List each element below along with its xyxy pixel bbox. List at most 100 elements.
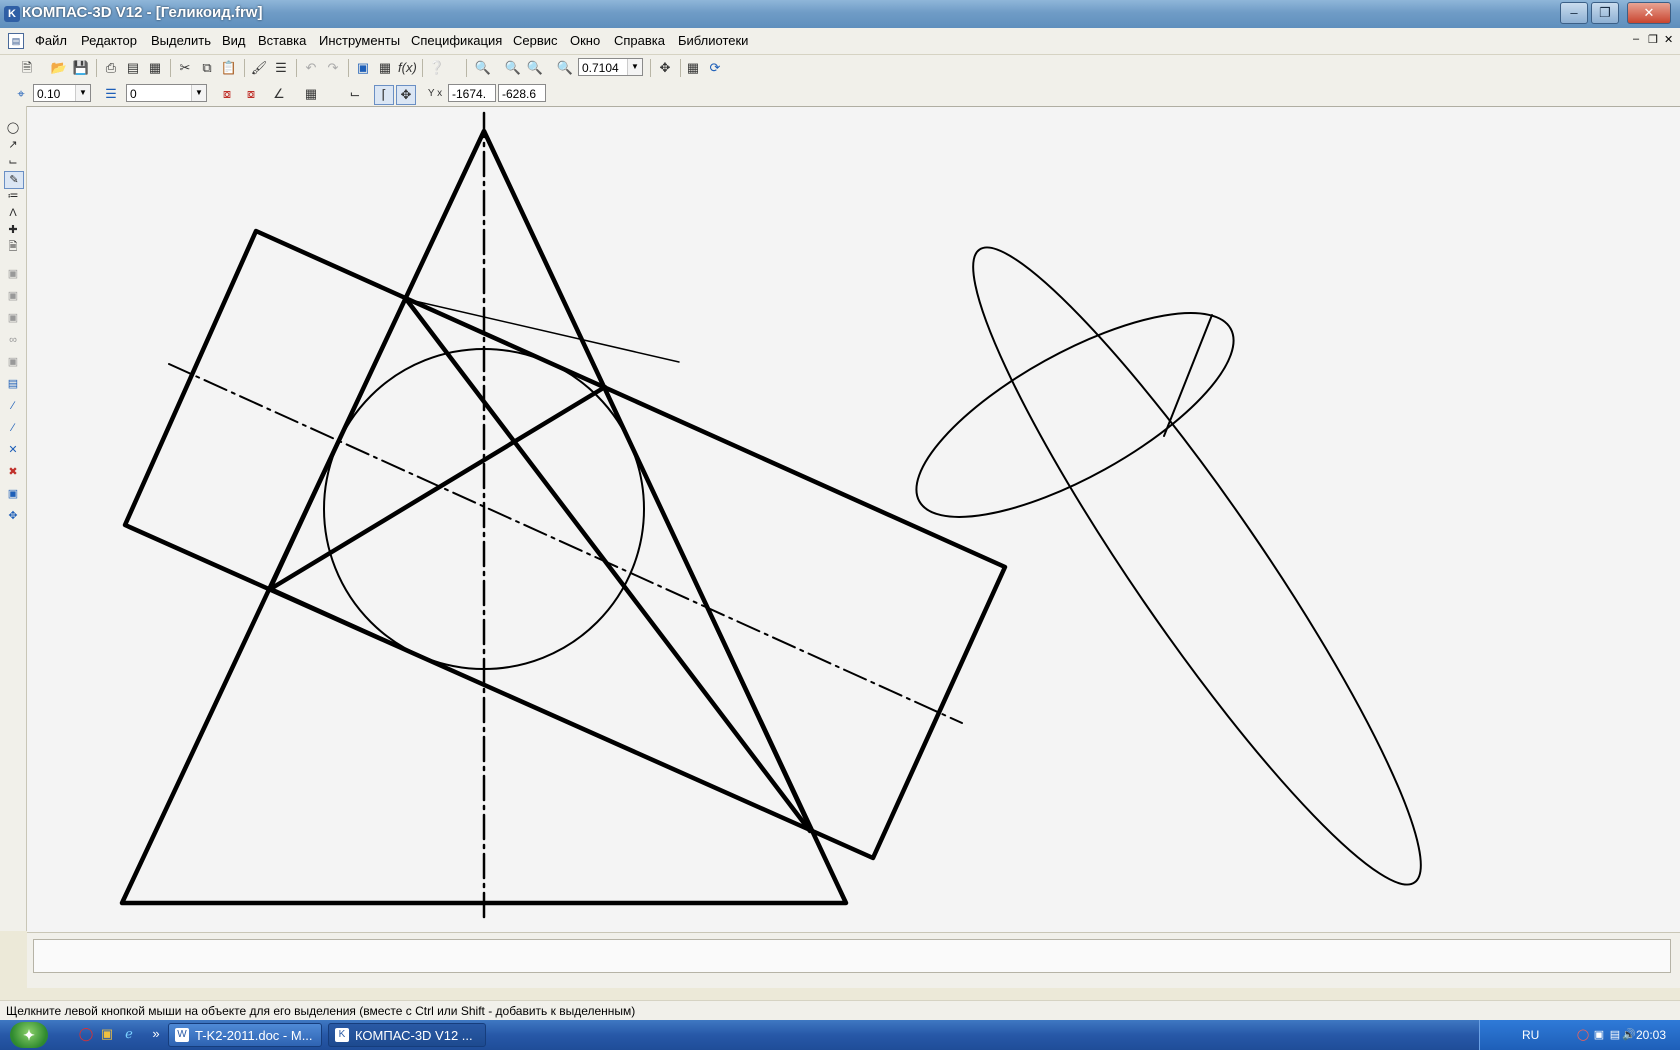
manager-icon[interactable]: ▣: [354, 59, 372, 77]
close-button[interactable]: ✕: [1627, 2, 1671, 24]
break-icon[interactable]: ∕: [4, 398, 22, 414]
menu-libraries[interactable]: Библиотеки: [678, 33, 748, 48]
thin-line-d[interactable]: [483, 130, 811, 832]
split-icon[interactable]: ✕: [4, 442, 22, 458]
print-icon[interactable]: ⎙: [102, 59, 120, 77]
start-button[interactable]: ✦: [10, 1022, 48, 1048]
document-icon[interactable]: ▤: [8, 33, 24, 49]
minimize-button[interactable]: –: [1560, 2, 1588, 24]
variables-fx-icon[interactable]: f(x): [398, 59, 417, 77]
move-icon[interactable]: ▣: [4, 266, 22, 282]
regenerate-icon[interactable]: ▦: [684, 59, 702, 77]
doc-restore-button[interactable]: ❐: [1648, 33, 1658, 46]
properties-icon[interactable]: ▦: [146, 59, 164, 77]
scale-icon[interactable]: ▣: [4, 310, 22, 326]
snap-mode-icon[interactable]: ✥: [396, 85, 416, 105]
chevron-down-icon[interactable]: ▼: [75, 85, 90, 101]
geometry-icon[interactable]: ◯: [4, 120, 22, 136]
coord-x-field[interactable]: -1674.: [448, 84, 496, 102]
layers-icon[interactable]: ▦: [376, 59, 394, 77]
local-cs-icon[interactable]: ⌙: [346, 85, 364, 103]
cut-icon[interactable]: ✂: [176, 59, 194, 77]
menu-specification[interactable]: Спецификация: [411, 33, 502, 48]
zoom-all-icon[interactable]: 🔍: [474, 59, 492, 77]
zoom-select[interactable]: 0.7104 ▼: [578, 58, 643, 76]
selection-icon[interactable]: ✚: [4, 222, 22, 238]
array-icon[interactable]: ✥: [4, 508, 22, 524]
taskbar-item-word[interactable]: W T-K2-2011.doc - M...: [168, 1023, 322, 1047]
thin-line-b[interactable]: [271, 587, 811, 832]
step-cursor-icon[interactable]: ⌖: [12, 85, 30, 103]
local-snap-icon[interactable]: ⧇: [242, 85, 260, 103]
doc-minimize-button[interactable]: –: [1633, 33, 1639, 45]
layer-icon[interactable]: ☰: [102, 85, 120, 103]
spec-icon[interactable]: 🗎: [4, 239, 22, 255]
new-document-icon[interactable]: 🗎: [18, 59, 36, 77]
menu-window[interactable]: Окно: [570, 33, 600, 48]
cursor-step-select[interactable]: 0.10 ▼: [33, 84, 91, 102]
open-folder-icon[interactable]: 📂: [50, 59, 68, 77]
ortho-mode-icon[interactable]: ⌈: [374, 85, 394, 105]
power-icon[interactable]: ▣: [1592, 1028, 1606, 1042]
cylinder-axis[interactable]: [168, 363, 963, 724]
menu-help[interactable]: Справка: [614, 33, 665, 48]
language-indicator[interactable]: RU: [1522, 1028, 1539, 1042]
paste-icon[interactable]: 📋: [220, 59, 238, 77]
intersection-line-b[interactable]: [269, 384, 608, 591]
zoom-scale-icon[interactable]: 🔍: [556, 59, 574, 77]
copy-icon[interactable]: ⧉: [198, 59, 216, 77]
delete-icon[interactable]: ✖: [4, 464, 22, 480]
redo-icon[interactable]: ↷: [324, 59, 342, 77]
network-icon[interactable]: ▤: [1608, 1028, 1622, 1042]
zoom-window-icon[interactable]: 🔍: [504, 59, 522, 77]
volume-icon[interactable]: 🔊: [1622, 1028, 1636, 1042]
symmetry-icon[interactable]: ∞: [4, 332, 22, 348]
help-pointer-icon[interactable]: ❔: [428, 59, 446, 77]
grid-icon[interactable]: ▦: [302, 85, 320, 103]
drawing-canvas[interactable]: [27, 106, 1680, 932]
menu-insert[interactable]: Вставка: [258, 33, 306, 48]
taskbar-item-kompas[interactable]: K КОМПАС-3D V12 ...: [328, 1023, 486, 1047]
clipboard-icon[interactable]: ▣: [4, 486, 22, 502]
trim-icon[interactable]: ∕: [4, 420, 22, 436]
quick-launch-more-icon[interactable]: »: [148, 1026, 164, 1042]
total-commander-icon[interactable]: ▣: [99, 1026, 115, 1042]
small-ellipse[interactable]: [889, 274, 1260, 555]
edit-icon[interactable]: ✎: [4, 171, 24, 189]
format-painter-icon[interactable]: 🖌: [250, 59, 268, 77]
copy-objects-icon[interactable]: ▣: [4, 354, 22, 370]
deform-icon[interactable]: ▤: [4, 376, 22, 392]
designations-icon[interactable]: ⌙: [4, 154, 22, 170]
pan-icon[interactable]: ✥: [656, 59, 674, 77]
undo-icon[interactable]: ↶: [302, 59, 320, 77]
parametric-icon[interactable]: ∠: [270, 85, 288, 103]
menu-view[interactable]: Вид: [222, 33, 246, 48]
zoom-in-icon[interactable]: 🔍: [526, 59, 544, 77]
menu-select[interactable]: Выделить: [151, 33, 211, 48]
rotate-icon[interactable]: ▣: [4, 288, 22, 304]
refresh-icon[interactable]: ⟳: [706, 59, 724, 77]
parametrization-icon[interactable]: ≔: [4, 188, 22, 204]
snap-magnet-icon[interactable]: ⧇: [218, 85, 236, 103]
menu-tools[interactable]: Инструменты: [319, 33, 400, 48]
dimensions-icon[interactable]: ↗: [4, 137, 22, 153]
layer-select[interactable]: 0 ▼: [126, 84, 207, 102]
restore-button[interactable]: ❐: [1591, 2, 1619, 24]
cylinder-outline[interactable]: [122, 228, 1008, 861]
chevron-down-icon[interactable]: ▼: [191, 85, 206, 101]
doc-close-button[interactable]: ✕: [1664, 33, 1673, 46]
opera-icon[interactable]: ◯: [78, 1026, 94, 1042]
menu-file[interactable]: Файл: [35, 33, 67, 48]
chevron-down-icon[interactable]: ▼: [627, 59, 642, 75]
intersection-line-a[interactable]: [403, 296, 813, 834]
measure-icon[interactable]: Λ: [4, 205, 22, 221]
text-list-icon[interactable]: ☰: [272, 59, 290, 77]
internet-explorer-icon[interactable]: ℯ: [121, 1026, 137, 1042]
ellipse-chord[interactable]: [1163, 314, 1213, 437]
large-ellipse[interactable]: [927, 213, 1467, 918]
properties-input[interactable]: [33, 939, 1671, 973]
menu-edit[interactable]: Редактор: [81, 33, 137, 48]
coord-y-field[interactable]: -628.6: [498, 84, 546, 102]
print-preview-icon[interactable]: ▤: [124, 59, 142, 77]
antivirus-icon[interactable]: ◯: [1576, 1028, 1590, 1042]
